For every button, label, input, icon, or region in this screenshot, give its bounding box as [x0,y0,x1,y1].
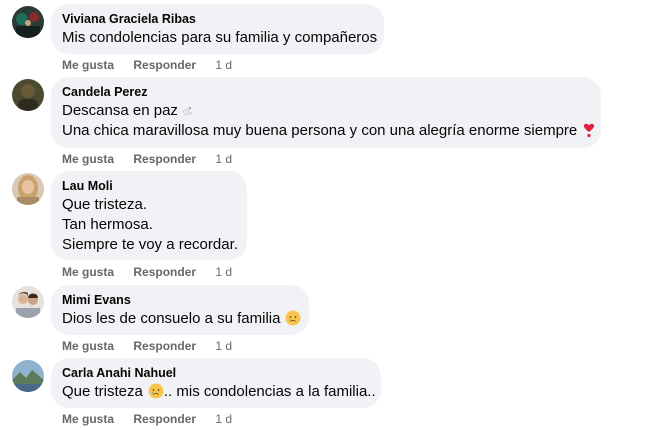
reply-button[interactable]: Responder [133,265,196,279]
avatar[interactable] [12,79,44,111]
crying-face-icon [285,310,301,326]
avatar-olive-icon [12,79,44,111]
comment-text: Que tristeza [62,383,143,400]
comment-actions: Me gusta Responder 1 d [62,412,232,426]
comment-bubble: Candela Perez Descansa en paz Una chica … [51,77,601,148]
avatar-landscape-icon [12,360,44,392]
comment-author[interactable]: Candela Perez [62,84,589,100]
comment-text: .. mis condolencias a la familia.. [163,383,376,400]
comment-text: Que tristeza. [62,196,148,213]
comment-timestamp[interactable]: 1 d [215,58,232,72]
comment-bubble: Lau Moli Que tristeza. Tan hermosa. Siem… [51,171,247,260]
comment-actions: Me gusta Responder 1 d [62,339,232,353]
comment-text-line: Dios les de consuelo a su familia [62,309,301,329]
comment-actions: Me gusta Responder 1 d [62,265,232,279]
comment-actions: Me gusta Responder 1 d [62,58,232,72]
comment-timestamp[interactable]: 1 d [215,339,232,353]
comment-text: Mis condolencias para su familia y compa… [62,29,378,46]
avatar[interactable] [12,173,44,205]
avatar[interactable] [12,286,44,318]
comment-timestamp[interactable]: 1 d [215,412,232,426]
comment-text: Una chica maravillosa muy buena persona … [62,122,578,139]
reply-button[interactable]: Responder [133,58,196,72]
like-button[interactable]: Me gusta [62,152,114,166]
like-button[interactable]: Me gusta [62,58,114,72]
comment-author[interactable]: Mimi Evans [62,292,297,308]
heart-exclamation-icon [581,122,597,138]
reply-button[interactable]: Responder [133,152,196,166]
comment-bubble: Viviana Graciela Ribas Mis condolencias … [51,4,384,54]
reply-button[interactable]: Responder [133,339,196,353]
comment-text-line: Una chica maravillosa muy buena persona … [62,121,595,141]
comment-text: Dios les de consuelo a su familia [62,310,281,327]
avatar-dark-icon [12,6,44,38]
crying-face-icon [148,383,164,399]
comment-text-line: Que tristeza .. mis condolencias a la fam… [62,382,376,402]
comment-actions: Me gusta Responder 1 d [62,152,232,166]
comment-author[interactable]: Carla Anahi Nahuel [62,365,369,381]
comment-text-line: Descansa en paz [62,101,589,121]
like-button[interactable]: Me gusta [62,412,114,426]
comment-timestamp[interactable]: 1 d [215,265,232,279]
reply-button[interactable]: Responder [133,412,196,426]
comment-text: Descansa en paz [62,102,178,119]
comment-bubble: Carla Anahi Nahuel Que tristeza .. mis co… [51,358,381,408]
comment-timestamp[interactable]: 1 d [215,152,232,166]
comment-text: Tan hermosa. [62,216,153,233]
avatar[interactable] [12,6,44,38]
like-button[interactable]: Me gusta [62,339,114,353]
avatar-couple-icon [12,286,44,318]
avatar-blonde-icon [12,173,44,205]
comment-bubble: Mimi Evans Dios les de consuelo a su fam… [51,285,309,335]
comment-text: Siempre te voy a recordar. [62,236,238,253]
dove-icon [180,102,196,118]
comment-author[interactable]: Viviana Graciela Ribas [62,11,372,27]
comment-author[interactable]: Lau Moli [62,178,235,194]
avatar[interactable] [12,360,44,392]
like-button[interactable]: Me gusta [62,265,114,279]
